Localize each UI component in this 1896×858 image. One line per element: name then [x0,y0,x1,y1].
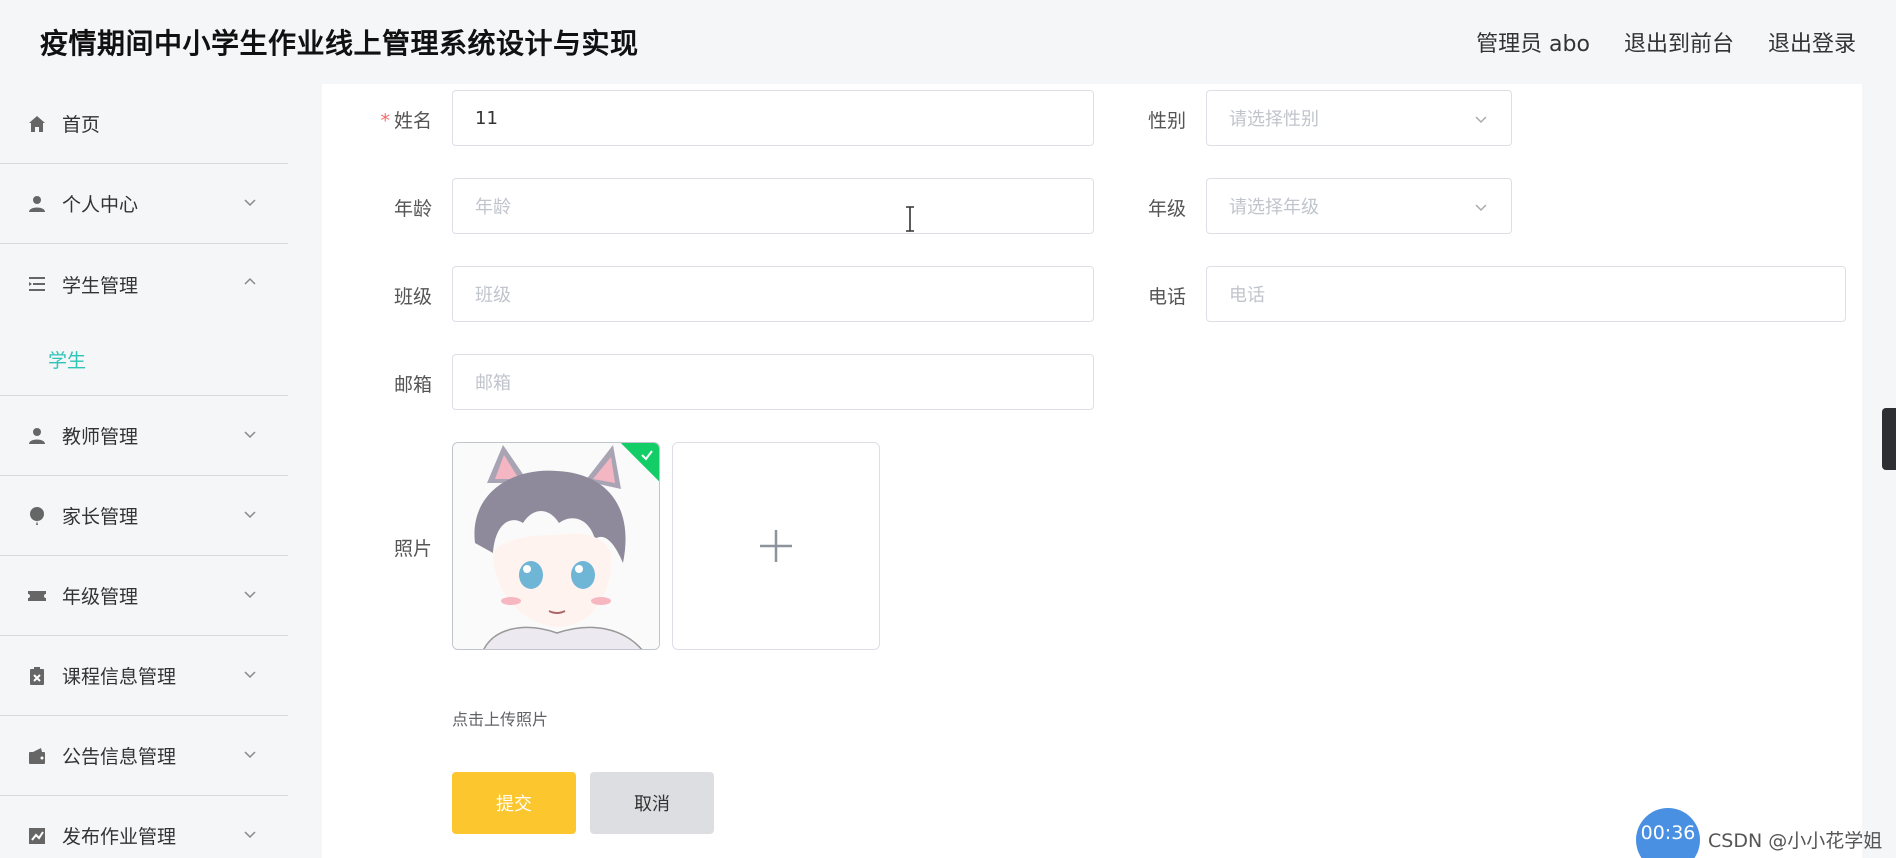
email-placeholder: 邮箱 [475,373,511,394]
chevron-down-icon [244,431,256,439]
sidebar-item-courses[interactable]: 课程信息管理 [0,636,288,716]
sidebar-item-label: 个人中心 [62,194,139,216]
home-icon [26,113,48,135]
chevron-down-icon [244,751,256,759]
age-label: 年龄 [393,198,432,220]
grade-placeholder: 请选择年级 [1229,197,1319,218]
header-actions: 管理员 abo 退出到前台 退出登录 [1476,26,1856,58]
admin-user-label[interactable]: 管理员 abo [1476,26,1590,58]
sidebar-subitem-student[interactable]: 学生 [0,324,288,396]
gender-label: 性别 [1147,110,1186,132]
phone-label: 电话 [1147,286,1186,308]
sidebar-item-label: 公告信息管理 [62,746,177,768]
age-placeholder: 年龄 [475,197,511,218]
sidebar-item-label: 家长管理 [62,506,139,528]
gender-placeholder: 请选择性别 [1229,109,1319,130]
upload-tip: 点击上传照片 [452,710,549,729]
wallet-icon [26,745,48,767]
class-field[interactable]: 班级 [452,266,1094,322]
uploaded-photo[interactable] [452,442,660,650]
sidebar-item-profile[interactable]: 个人中心 [0,164,288,244]
chevron-down-icon [244,511,256,519]
sidebar-item-students[interactable]: 学生管理 [0,244,288,324]
avatar-image [453,443,659,649]
gender-select[interactable]: 请选择性别 [1206,90,1512,146]
text-cursor-icon [906,206,914,232]
name-field[interactable]: 11 [452,90,1094,146]
email-label: 邮箱 [393,374,432,396]
grade-select[interactable]: 请选择年级 [1206,178,1512,234]
upload-photo-button[interactable] [672,442,880,650]
sidebar-item-homework[interactable]: 发布作业管理 [0,796,288,858]
sidebar-item-label: 教师管理 [62,426,139,448]
student-form-panel: * 姓名 11 性别 请选择性别 年龄 年龄 年级 请选择年级 班级 班级 电话 … [322,84,1862,858]
user-icon [26,193,48,215]
sidebar-item-label: 课程信息管理 [62,666,177,688]
check-icon [641,450,653,461]
chevron-down-icon [244,591,256,599]
chevron-down-icon [244,831,256,839]
ticket-icon [26,585,48,607]
sidebar-item-announcements[interactable]: 公告信息管理 [0,716,288,796]
sidebar-item-parents[interactable]: 家长管理 [0,476,288,556]
submit-button[interactable]: 提交 [452,772,576,834]
chevron-down-icon [244,671,256,679]
cancel-button[interactable]: 取消 [590,772,714,834]
sidebar-item-label: 首页 [62,114,101,136]
class-label: 班级 [393,286,432,308]
watermark: CSDN @小小花学姐 [1708,830,1883,852]
list-icon [26,273,48,295]
email-field[interactable]: 邮箱 [452,354,1094,410]
balloon-icon [26,505,48,527]
name-value: 11 [475,107,498,129]
sidebar: 首页 个人中心 学生管理 学生 教师管理 家长管理 年级管理 课程信息管理 公告… [0,84,288,858]
sidebar-item-teachers[interactable]: 教师管理 [0,396,288,476]
photo-label: 照片 [393,538,432,560]
sidebar-item-home[interactable]: 首页 [0,84,288,164]
grade-label: 年级 [1147,198,1186,220]
plus-icon [760,530,792,562]
back-to-front-link[interactable]: 退出到前台 [1624,26,1734,58]
clipboard-icon [26,665,48,687]
sidebar-item-grades[interactable]: 年级管理 [0,556,288,636]
phone-field[interactable]: 电话 [1206,266,1846,322]
chart-icon [26,825,48,847]
name-label: * 姓名 [380,110,432,132]
age-field[interactable]: 年龄 [452,178,1094,234]
chevron-down-icon [244,199,256,207]
chevron-down-icon [1475,204,1487,212]
top-header: 疫情期间中小学生作业线上管理系统设计与实现 管理员 abo 退出到前台 退出登录 [0,0,1896,84]
class-placeholder: 班级 [475,285,511,306]
user-icon [26,425,48,447]
chevron-up-icon [244,277,256,285]
side-collapse-tab[interactable] [1882,408,1896,470]
chevron-down-icon [1475,116,1487,124]
required-asterisk: * [380,110,390,132]
sidebar-item-label: 年级管理 [62,586,139,608]
app-title: 疫情期间中小学生作业线上管理系统设计与实现 [40,27,639,60]
sidebar-item-label: 学生管理 [62,274,139,297]
logout-link[interactable]: 退出登录 [1768,26,1856,58]
sidebar-item-label: 发布作业管理 [62,826,177,848]
phone-placeholder: 电话 [1229,285,1265,306]
